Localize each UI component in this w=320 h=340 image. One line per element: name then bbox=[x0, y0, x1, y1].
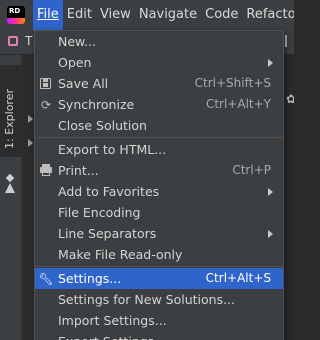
menu-item-label: Export to HTML... bbox=[58, 142, 167, 157]
menu-item-label: Settings for New Solutions... bbox=[58, 292, 235, 307]
submenu-arrow-icon bbox=[268, 230, 273, 238]
menu-item-label: Print... bbox=[58, 163, 99, 178]
unity-triangle-icon[interactable] bbox=[5, 183, 15, 193]
submenu-arrow-icon bbox=[268, 188, 273, 196]
wrench-icon: 🔧︎ bbox=[38, 272, 54, 286]
menu-item-settings[interactable]: 🔧︎ Settings... Ctrl+Alt+S bbox=[35, 268, 283, 289]
project-icon[interactable] bbox=[8, 36, 18, 46]
toolbar-right-icon[interactable] bbox=[285, 35, 294, 47]
menu-item-file-encoding[interactable]: File Encoding bbox=[35, 202, 283, 223]
explorer-tab-label: 1: Explorer bbox=[3, 88, 16, 149]
menu-item-label: Synchronize bbox=[58, 97, 135, 112]
expand-arrow-icon[interactable] bbox=[28, 139, 33, 147]
menu-view[interactable]: View bbox=[96, 0, 135, 30]
menu-item-label: File Encoding bbox=[58, 205, 141, 220]
menu-item-open[interactable]: Open bbox=[35, 52, 283, 73]
menu-item-shortcut: Ctrl+P bbox=[232, 163, 271, 177]
menu-file-label: File bbox=[37, 7, 59, 22]
menu-item-label: Save All bbox=[58, 76, 109, 91]
menu-item-shortcut: Ctrl+Alt+Y bbox=[205, 97, 271, 111]
menu-item-export-html[interactable]: Export to HTML... bbox=[35, 139, 283, 160]
rider-app-icon[interactable]: RD bbox=[7, 6, 25, 24]
expand-arrow-icon[interactable] bbox=[28, 115, 33, 123]
menu-item-new[interactable]: New... bbox=[35, 31, 283, 52]
menu-item-label: Close Solution bbox=[58, 118, 147, 133]
sync-icon: ⟳ bbox=[40, 98, 52, 112]
print-icon bbox=[38, 163, 54, 179]
menu-separator bbox=[35, 137, 283, 138]
menu-edit-label: Edit bbox=[66, 7, 92, 22]
ide-window: RD File Edit View Navigate Code Refactor… bbox=[0, 0, 294, 340]
menu-separator bbox=[35, 266, 283, 267]
menu-code-label: Code bbox=[205, 7, 239, 22]
gear-icon[interactable]: ✿ bbox=[286, 92, 294, 106]
menu-item-settings-new-solutions[interactable]: Settings for New Solutions... bbox=[35, 289, 283, 310]
menu-item-label: Settings... bbox=[58, 271, 122, 286]
app-icon-stripe bbox=[7, 18, 25, 24]
menu-item-label: Export Settings... bbox=[58, 331, 166, 340]
unity-diamond-icon[interactable] bbox=[5, 173, 15, 183]
menu-file[interactable]: File bbox=[33, 0, 63, 30]
menu-item-label: Import Settings... bbox=[58, 313, 167, 328]
menu-item-label: Line Separators bbox=[58, 226, 157, 241]
menu-bar: RD File Edit View Navigate Code Refactor bbox=[0, 0, 294, 30]
menu-item-shortcut: Ctrl+Alt+S bbox=[205, 271, 271, 285]
menu-item-shortcut: Ctrl+Shift+S bbox=[194, 76, 271, 90]
menu-code[interactable]: Code bbox=[201, 0, 242, 30]
menu-navigate-label: Navigate bbox=[138, 7, 198, 22]
menu-item-label: Make File Read-only bbox=[58, 247, 183, 262]
menu-edit[interactable]: Edit bbox=[63, 0, 96, 30]
menu-navigate[interactable]: Navigate bbox=[135, 0, 201, 30]
menu-view-label: View bbox=[99, 7, 131, 22]
file-menu-dropdown: New... Open Save All Ctrl+Shift+S ⟳ Sync… bbox=[34, 30, 284, 340]
left-tool-strip: 1: Explorer bbox=[0, 55, 22, 340]
menu-item-make-read-only[interactable]: Make File Read-only bbox=[35, 244, 283, 265]
menu-item-import-settings[interactable]: Import Settings... bbox=[35, 310, 283, 331]
menu-item-close-solution[interactable]: Close Solution bbox=[35, 115, 283, 136]
menu-item-export-settings[interactable]: Export Settings... bbox=[35, 331, 283, 340]
app-icon-text: RD bbox=[9, 7, 21, 15]
menu-item-print[interactable]: Print... Ctrl+P bbox=[35, 160, 283, 181]
menu-item-label: New... bbox=[58, 34, 97, 49]
menu-item-synchronize[interactable]: ⟳ Synchronize Ctrl+Alt+Y bbox=[35, 94, 283, 115]
save-icon bbox=[38, 76, 54, 92]
menu-item-save-all[interactable]: Save All Ctrl+Shift+S bbox=[35, 73, 283, 94]
explorer-tool-tab[interactable]: 1: Explorer bbox=[0, 65, 21, 157]
menu-item-line-separators[interactable]: Line Separators bbox=[35, 223, 283, 244]
menu-item-label: Add to Favorites bbox=[58, 184, 160, 199]
menu-item-add-to-favorites[interactable]: Add to Favorites bbox=[35, 181, 283, 202]
menu-item-label: Open bbox=[58, 55, 92, 70]
menu-refactor-label: Refactor bbox=[246, 7, 294, 22]
toolbar-partial-label: T bbox=[25, 34, 33, 48]
menu-refactor[interactable]: Refactor bbox=[242, 0, 294, 30]
submenu-arrow-icon bbox=[268, 59, 273, 67]
